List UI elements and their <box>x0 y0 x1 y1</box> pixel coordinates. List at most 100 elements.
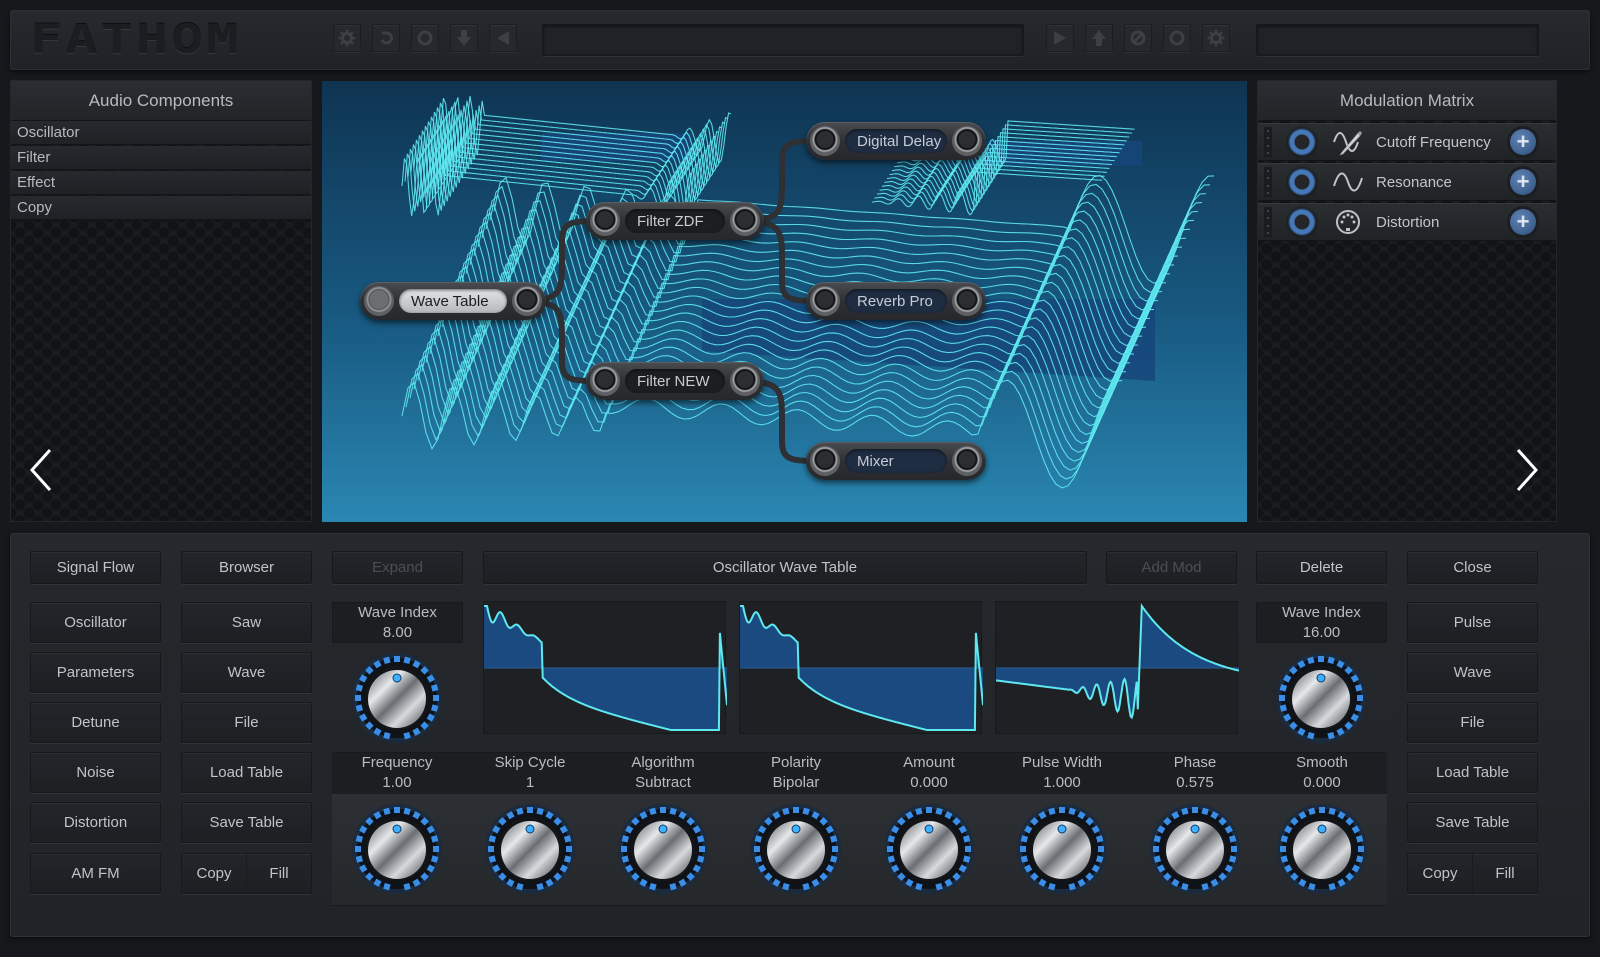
close-button[interactable]: Close <box>1407 551 1538 584</box>
mod-source-ring[interactable] <box>1288 208 1316 236</box>
param-smooth-knob[interactable] <box>1276 803 1368 895</box>
download-arrow-icon[interactable] <box>450 24 478 52</box>
knob-led-segment <box>1328 807 1336 816</box>
output-port[interactable] <box>512 286 542 316</box>
next-arrow-icon[interactable] <box>1512 446 1542 494</box>
patch-name-field[interactable] <box>542 24 1024 56</box>
mod-row-cutoff-frequency[interactable]: Cutoff Frequency + <box>1258 123 1556 161</box>
input-port[interactable] <box>590 206 620 236</box>
output-port[interactable] <box>952 126 982 156</box>
circle-icon[interactable] <box>411 24 439 52</box>
param-frequency-knob[interactable] <box>351 803 443 895</box>
wave-button[interactable]: Wave <box>181 652 312 693</box>
wave-display-3[interactable] <box>995 601 1240 734</box>
oscillator-button[interactable]: Oscillator <box>30 602 161 643</box>
pulse-button[interactable]: Pulse <box>1407 602 1538 643</box>
node-mixer[interactable]: Mixer <box>806 442 986 480</box>
undo-icon[interactable] <box>372 24 400 52</box>
param-label: Amount <box>903 754 955 771</box>
node-digital-delay[interactable]: Digital Delay <box>806 122 986 160</box>
output-port[interactable] <box>730 366 760 396</box>
node-filter-zdf[interactable]: Filter ZDF <box>586 202 764 240</box>
delete-button[interactable]: Delete <box>1256 551 1387 584</box>
fill-button-right[interactable]: Fill <box>1472 854 1537 893</box>
save-table-button[interactable]: Save Table <box>181 802 312 843</box>
gear-icon[interactable] <box>333 24 361 52</box>
component-item-copy[interactable]: Copy <box>11 196 311 220</box>
drag-handle-icon[interactable] <box>1264 207 1272 237</box>
param-phase-knob[interactable] <box>1149 803 1241 895</box>
signal-flow-button[interactable]: Signal Flow <box>30 551 161 584</box>
input-port[interactable] <box>590 366 620 396</box>
upload-arrow-icon[interactable] <box>1085 24 1113 52</box>
output-port[interactable] <box>952 286 982 316</box>
parameters-button[interactable]: Parameters <box>30 652 161 693</box>
node-reverb-pro[interactable]: Reverb Pro <box>806 282 986 320</box>
gear-icon[interactable] <box>1202 24 1230 52</box>
node-wave-table[interactable]: Wave Table <box>360 282 546 320</box>
file-button[interactable]: File <box>181 702 312 743</box>
input-port[interactable] <box>364 286 394 316</box>
wave-display-2[interactable] <box>739 601 984 734</box>
add-icon[interactable]: + <box>1510 129 1536 155</box>
play-back-icon[interactable] <box>489 24 517 52</box>
copy-button[interactable]: Copy <box>182 854 246 893</box>
output-port[interactable] <box>730 206 760 236</box>
no-entry-icon[interactable] <box>1124 24 1152 52</box>
load-table-button[interactable]: Load Table <box>181 752 312 793</box>
drag-handle-icon[interactable] <box>1264 127 1272 157</box>
play-icon[interactable] <box>1046 24 1074 52</box>
param-pulse-width-knob[interactable] <box>1016 803 1108 895</box>
mod-source-ring[interactable] <box>1288 168 1316 196</box>
param-amount-knob[interactable] <box>883 803 975 895</box>
prev-arrow-icon[interactable] <box>26 446 56 494</box>
browser-button[interactable]: Browser <box>181 551 312 584</box>
knob-led-segment <box>553 817 562 826</box>
input-port[interactable] <box>810 286 840 316</box>
wave-index-left-knob[interactable] <box>351 652 443 744</box>
param-algorithm-knob[interactable] <box>617 803 709 895</box>
knob-led-segment <box>819 872 828 881</box>
wave-index-right-knob[interactable] <box>1275 652 1367 744</box>
wave-display-1[interactable] <box>483 601 728 734</box>
am-fm-button[interactable]: AM FM <box>30 853 161 894</box>
param-label: Skip Cycle <box>494 754 566 771</box>
load-table-button-right[interactable]: Load Table <box>1407 752 1538 793</box>
output-port[interactable] <box>952 446 982 476</box>
saw-button[interactable]: Saw <box>181 602 312 643</box>
add-icon[interactable]: + <box>1510 169 1536 195</box>
drag-handle-icon[interactable] <box>1264 167 1272 197</box>
add-icon[interactable]: + <box>1510 209 1536 235</box>
knob-led-segment <box>1328 882 1336 891</box>
preset-field[interactable] <box>1256 24 1539 56</box>
noise-button[interactable]: Noise <box>30 752 161 793</box>
component-item-oscillator[interactable]: Oscillator <box>11 121 311 145</box>
add-mod-button[interactable]: Add Mod <box>1106 551 1237 584</box>
save-table-button-right[interactable]: Save Table <box>1407 802 1538 843</box>
distortion-button[interactable]: Distortion <box>30 802 161 843</box>
expand-button[interactable]: Expand <box>332 551 463 584</box>
knob-led-segment <box>1298 811 1307 820</box>
knob-led-segment <box>1157 864 1166 873</box>
circle-icon[interactable] <box>1163 24 1191 52</box>
knob-led-segment <box>1048 882 1056 891</box>
component-item-filter[interactable]: Filter <box>11 146 311 170</box>
fill-button[interactable]: Fill <box>246 854 311 893</box>
mod-row-distortion[interactable]: Distortion + <box>1258 203 1556 241</box>
input-port[interactable] <box>810 446 840 476</box>
knob-led-segment <box>1345 872 1354 881</box>
mod-row-resonance[interactable]: Resonance + <box>1258 163 1556 201</box>
detune-button[interactable]: Detune <box>30 702 161 743</box>
copy-button-right[interactable]: Copy <box>1408 854 1472 893</box>
param-label: Polarity <box>770 754 822 771</box>
wave-button-right[interactable]: Wave <box>1407 652 1538 693</box>
component-item-effect[interactable]: Effect <box>11 171 311 195</box>
param-skip-cycle-knob[interactable] <box>484 803 576 895</box>
input-port[interactable] <box>810 126 840 156</box>
file-button-right[interactable]: File <box>1407 702 1538 743</box>
signal-flow-canvas[interactable]: Wave Table Filter ZDF Filter NEW Digital… <box>322 81 1247 522</box>
mod-source-ring[interactable] <box>1288 128 1316 156</box>
param-polarity-knob[interactable] <box>750 803 842 895</box>
param-algorithm-display: Algorithm Subtract <box>603 752 723 794</box>
node-filter-new[interactable]: Filter NEW <box>586 362 764 400</box>
